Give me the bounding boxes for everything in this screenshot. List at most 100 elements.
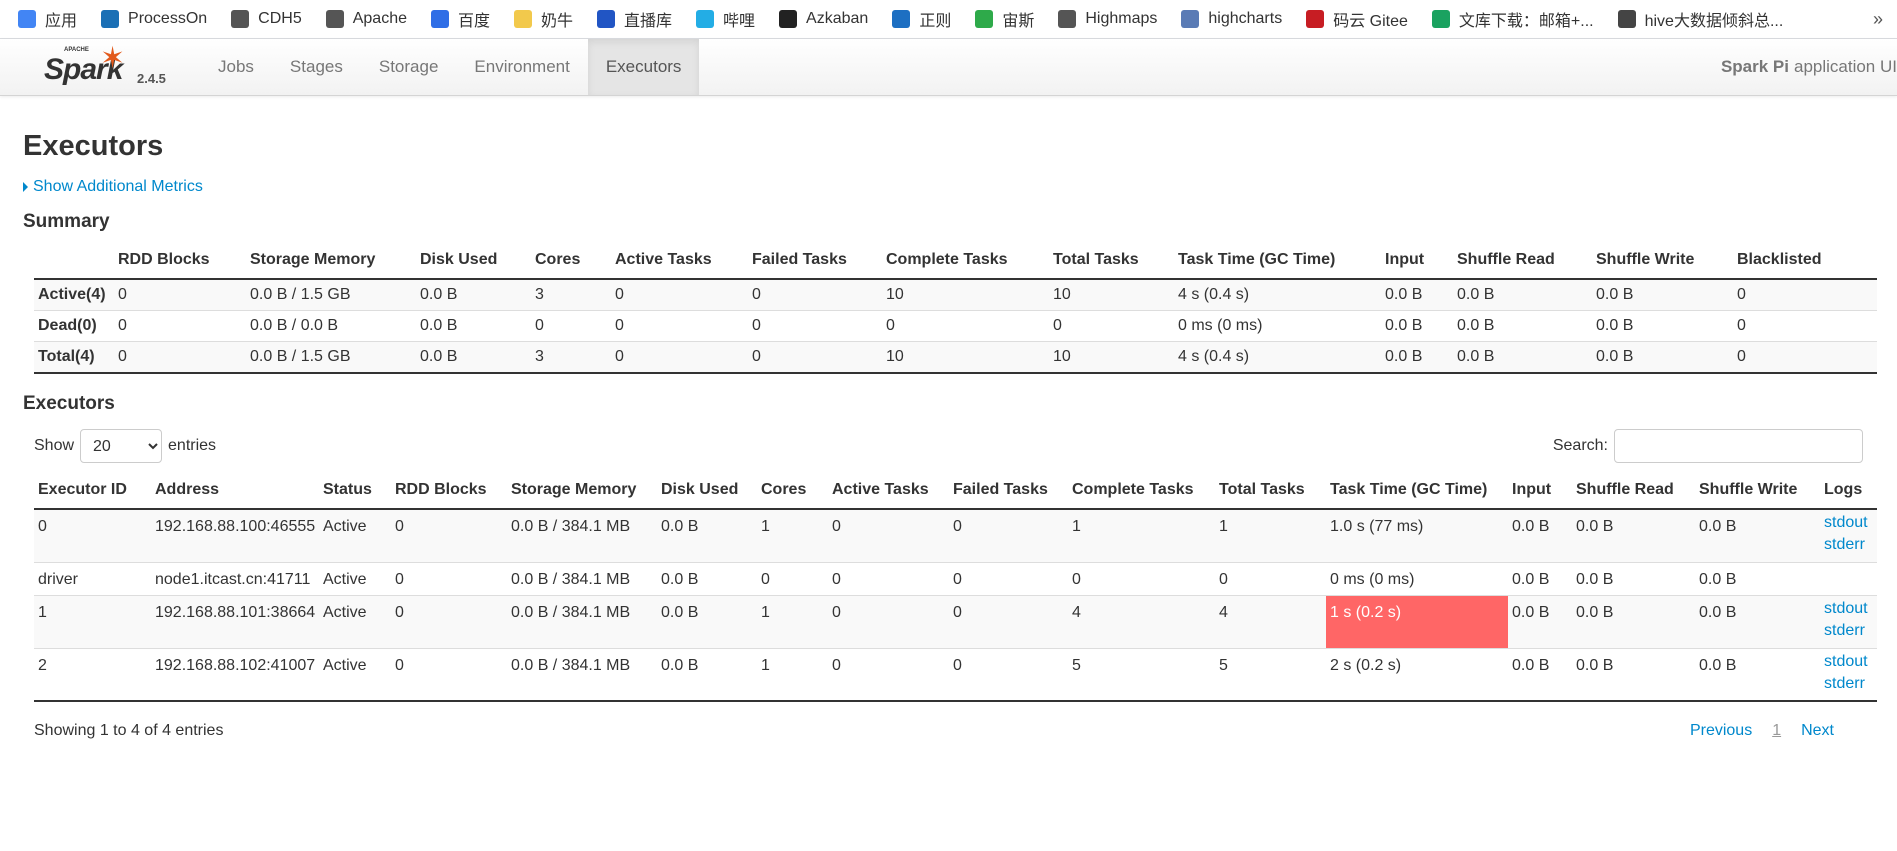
bookmark-item[interactable]: 文库下载：邮箱+... (1431, 7, 1594, 31)
bookmark-item[interactable]: 百度 (430, 7, 490, 31)
column-header[interactable]: Shuffle Write (1695, 473, 1820, 510)
column-header[interactable]: Complete Tasks (1068, 473, 1215, 510)
table-cell: 0.0 B / 384.1 MB (507, 647, 657, 702)
column-header[interactable]: Input (1381, 243, 1453, 280)
search-input[interactable] (1614, 429, 1863, 463)
summary-cell: 10 (882, 278, 1049, 311)
tab-environment[interactable]: Environment (456, 39, 587, 95)
previous-button[interactable]: Previous (1690, 722, 1752, 740)
wenku-icon (1431, 10, 1450, 28)
column-header[interactable]: Storage Memory (507, 473, 657, 510)
summary-table: RDD Blocks Storage Memory Disk Used Cores Ac… (34, 243, 1877, 374)
summary-cell: 4 s (0.4 s) (1174, 278, 1381, 311)
column-header[interactable]: Blacklisted (1733, 243, 1877, 280)
log-link-stdout[interactable]: stdout (1824, 651, 1873, 673)
bookmarks-more-button[interactable]: » (1873, 9, 1883, 30)
show-additional-metrics-link[interactable]: Show Additional Metrics (23, 178, 1874, 196)
globe-icon (325, 10, 344, 28)
summary-cell: 0.0 B (1592, 341, 1733, 374)
column-header[interactable]: Disk Used (416, 243, 531, 280)
column-header[interactable]: Total Tasks (1215, 473, 1326, 510)
tab-stages[interactable]: Stages (272, 39, 361, 95)
column-header[interactable]: Total Tasks (1049, 243, 1174, 280)
column-header[interactable]: Task Time (GC Time) (1326, 473, 1508, 510)
column-header[interactable]: Storage Memory (246, 243, 416, 280)
summary-cell: 0 (748, 341, 882, 374)
tab-executors[interactable]: Executors (587, 39, 700, 95)
bookmark-item[interactable]: 哔哩 (696, 7, 755, 31)
baidu-paw-icon (430, 10, 449, 28)
logs-cell (1820, 561, 1877, 595)
column-header[interactable]: Disk Used (657, 473, 757, 510)
column-header[interactable]: Address (151, 473, 319, 510)
search-label: Search: (1552, 437, 1608, 454)
log-link-stderr[interactable]: stderr (1824, 534, 1873, 556)
bookmark-item[interactable]: ProcessOn (101, 10, 207, 28)
bookmark-label: 正则 (919, 13, 952, 30)
log-link-stdout[interactable]: stdout (1824, 512, 1873, 534)
table-cell: 0 ms (0 ms) (1326, 561, 1508, 595)
table-cell: 0.0 B / 384.1 MB (507, 594, 657, 648)
bookmark-item[interactable]: hive大数据倾斜总... (1617, 7, 1783, 31)
bookmark-item[interactable]: CDH5 (231, 10, 302, 28)
next-button[interactable]: Next (1801, 722, 1834, 740)
regex-icon (892, 10, 911, 28)
table-cell: 0.0 B / 384.1 MB (507, 508, 657, 562)
table-cell: 192.168.88.102:41007 (151, 647, 319, 702)
tab-jobs[interactable]: Jobs (200, 39, 272, 95)
column-header[interactable]: Status (319, 473, 391, 510)
bookmark-label: ProcessOn (128, 10, 208, 27)
column-header[interactable]: Failed Tasks (748, 243, 882, 280)
column-header[interactable]: Active Tasks (828, 473, 949, 510)
bookmark-item[interactable]: 正则 (892, 7, 951, 31)
bookmark-label: 百度 (457, 13, 490, 30)
bookmark-item[interactable]: Azkaban (779, 10, 868, 28)
column-header[interactable]: RDD Blocks (391, 473, 507, 510)
summary-cell: 0.0 B (416, 310, 531, 342)
bookmark-item[interactable]: 直播库 (597, 7, 672, 31)
column-header[interactable]: Logs (1820, 473, 1877, 510)
bookmark-item[interactable]: 奶牛 (514, 7, 573, 31)
table-cell: 1 (757, 647, 828, 702)
log-link-stderr[interactable]: stderr (1824, 673, 1873, 695)
table-cell: 192.168.88.100:46555 (151, 508, 319, 562)
column-header[interactable]: Task Time (GC Time) (1174, 243, 1381, 280)
summary-cell: 0.0 B (1592, 310, 1733, 342)
table-cell: 0 (949, 508, 1068, 562)
bookmark-item[interactable]: 码云 Gitee (1306, 7, 1408, 31)
column-header[interactable]: Cores (531, 243, 611, 280)
table-cell: 5 (1068, 647, 1215, 702)
bookmark-item[interactable]: highcharts (1181, 10, 1282, 28)
spark-logo[interactable]: APACHE Spark ✶ 2.4.5 (0, 39, 200, 95)
bookmark-item[interactable]: 宙斯 (975, 7, 1034, 31)
column-header[interactable]: Shuffle Write (1592, 243, 1733, 280)
summary-cell: 0.0 B (1453, 341, 1592, 374)
table-cell: 0.0 B (1508, 508, 1572, 562)
column-header[interactable]: Executor ID (34, 473, 151, 510)
page-size-select[interactable]: 20 (80, 429, 163, 463)
summary-cell: 0 (611, 341, 748, 374)
bookmark-item[interactable]: Apache (325, 10, 407, 28)
summary-row: Dead(0) 0 0.0 B / 0.0 B 0.0 B000000 ms (0 m… (34, 310, 1877, 342)
column-header[interactable] (34, 243, 114, 280)
bookmark-label: 宙斯 (1002, 13, 1035, 30)
column-header[interactable]: Input (1508, 473, 1572, 510)
summary-cell: 10 (1049, 278, 1174, 311)
summary-cell: Active(4) (34, 278, 114, 311)
column-header[interactable]: Complete Tasks (882, 243, 1049, 280)
column-header[interactable]: Cores (757, 473, 828, 510)
log-link-stderr[interactable]: stderr (1824, 620, 1873, 642)
log-link-stdout[interactable]: stdout (1824, 598, 1873, 620)
column-header[interactable]: Shuffle Read (1572, 473, 1695, 510)
column-header[interactable]: Active Tasks (611, 243, 748, 280)
page-1-button[interactable]: 1 (1752, 722, 1801, 740)
processon-icon (101, 10, 120, 28)
cow-icon (514, 10, 532, 28)
tab-storage[interactable]: Storage (361, 39, 457, 95)
column-header[interactable]: Shuffle Read (1453, 243, 1592, 280)
additional-metrics-label[interactable]: Show Additional Metrics (33, 178, 203, 196)
column-header[interactable]: Failed Tasks (949, 473, 1068, 510)
bookmark-item[interactable]: 应用 (18, 7, 77, 31)
bookmark-item[interactable]: Highmaps (1058, 10, 1157, 28)
column-header[interactable]: RDD Blocks (114, 243, 246, 280)
